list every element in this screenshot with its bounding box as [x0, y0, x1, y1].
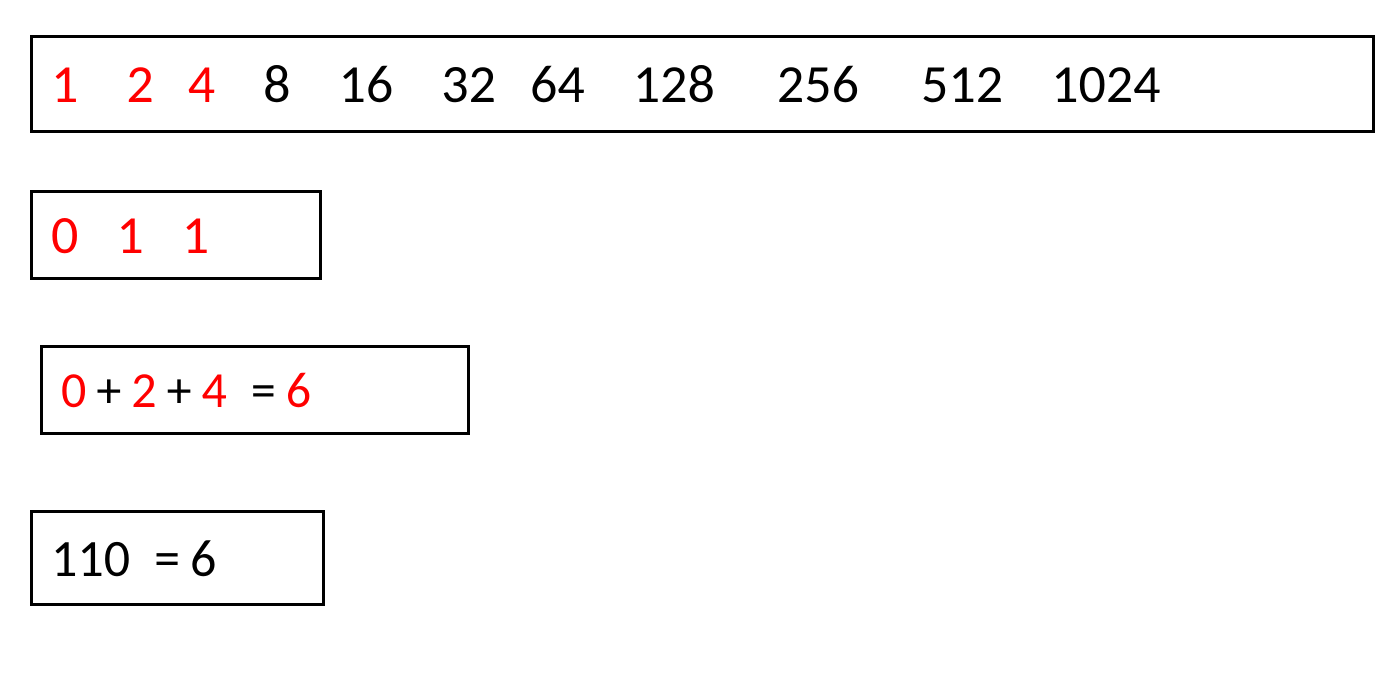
conversion-box: 110 = 6 — [30, 510, 325, 606]
addend-a: 0 — [61, 360, 86, 421]
pow-256: 256 — [777, 51, 859, 117]
addend-b: 2 — [131, 360, 156, 421]
diagram-canvas: 1 2 4 8 16 32 64 128 256 512 1024 0 1 1 … — [0, 0, 1395, 683]
bit-2: 1 — [182, 202, 209, 268]
pow-32: 32 — [441, 51, 496, 117]
decimal-value: 6 — [190, 526, 216, 590]
bit-0: 0 — [51, 202, 78, 268]
pow-2: 2 — [126, 51, 153, 117]
bit-1: 1 — [116, 202, 143, 268]
binary-bits-box: 0 1 1 — [30, 190, 322, 280]
powers-of-two-box: 1 2 4 8 16 32 64 128 256 512 1024 — [30, 35, 1375, 133]
plus-2: + — [167, 360, 192, 421]
pow-512: 512 — [921, 51, 1003, 117]
pow-1: 1 — [51, 51, 78, 117]
pow-1024: 1024 — [1051, 51, 1160, 117]
pow-4: 4 — [188, 51, 215, 117]
pow-64: 64 — [530, 51, 585, 117]
sum-result: 6 — [286, 360, 311, 421]
equals-1: = — [251, 360, 276, 421]
pow-16: 16 — [339, 51, 394, 117]
binary-value: 110 — [51, 526, 130, 590]
pow-128: 128 — [633, 51, 715, 117]
plus-1: + — [96, 360, 121, 421]
sum-expression-box: 0 + 2 + 4 = 6 — [40, 345, 470, 435]
addend-c: 4 — [202, 360, 227, 421]
equals-2: = — [154, 526, 180, 590]
pow-8: 8 — [263, 51, 290, 117]
